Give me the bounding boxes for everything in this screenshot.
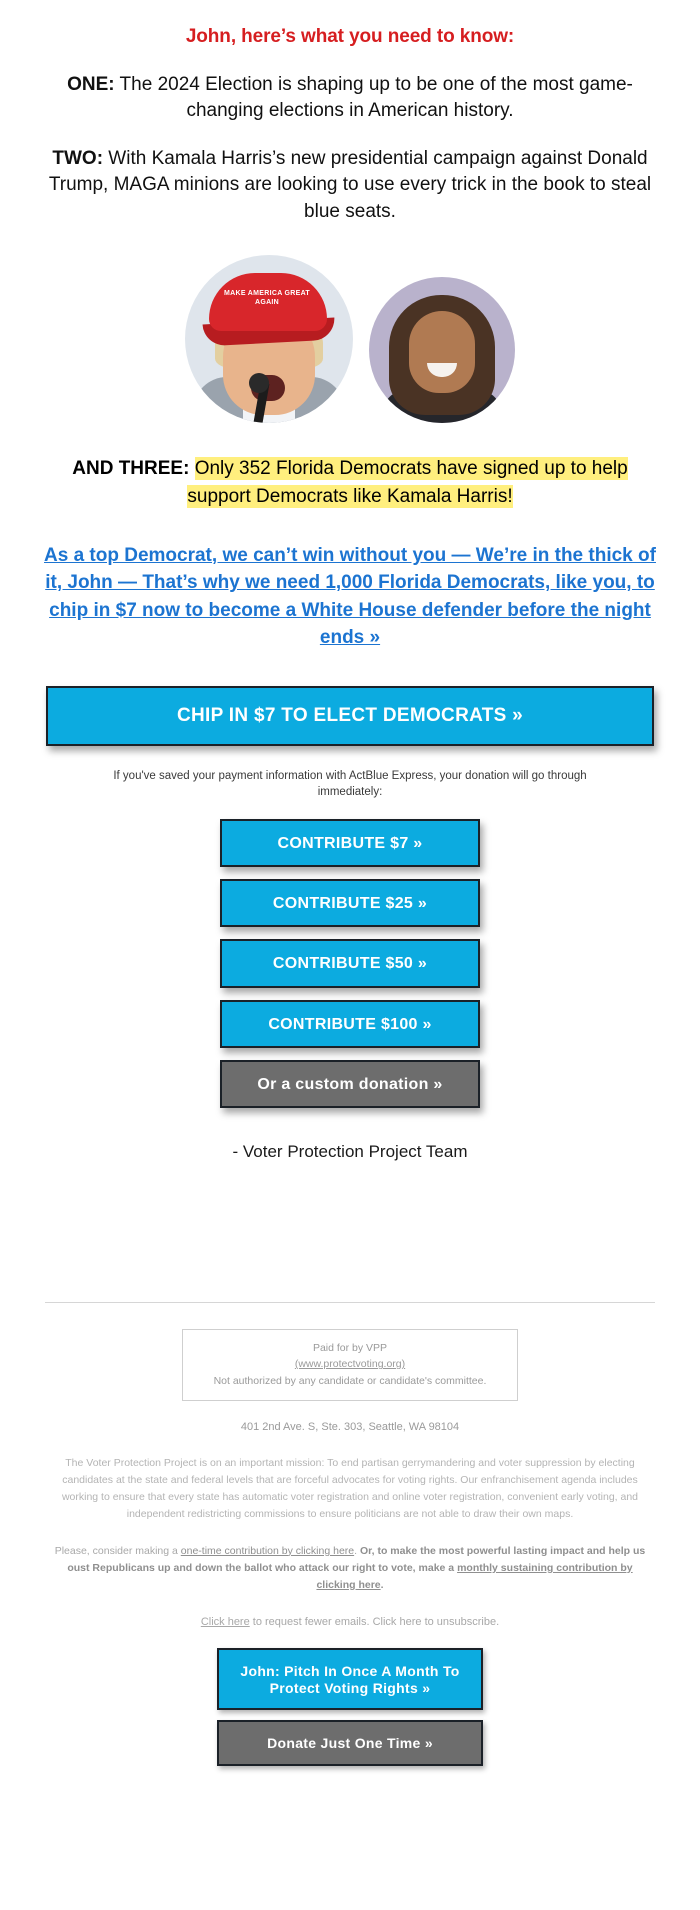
point-two: TWO: With Kamala Harris’s new presidenti…: [0, 124, 700, 225]
custom-donation-button[interactable]: Or a custom donation »: [220, 1059, 480, 1108]
amount-row: CONTRIBUTE $7 »: [0, 819, 700, 879]
contribute-25-button[interactable]: CONTRIBUTE $25 »: [220, 879, 480, 928]
contribute-50-button[interactable]: CONTRIBUTE $50 »: [220, 939, 480, 988]
point-one-text: The 2024 Election is shaping up to be on…: [114, 73, 633, 121]
donate-one-time-button[interactable]: Donate Just One Time »: [217, 1720, 483, 1767]
point-two-text: With Kamala Harris’s new presidential ca…: [48, 148, 652, 222]
point-three: AND THREE: Only 352 Florida Democrats ha…: [0, 429, 700, 512]
donation-amount-list: CONTRIBUTE $7 » CONTRIBUTE $25 » CONTRIB…: [0, 801, 700, 1120]
amount-row: Or a custom donation »: [0, 1059, 700, 1120]
amount-row: CONTRIBUTE $100 »: [0, 999, 700, 1060]
mission-statement: The Voter Protection Project is on an im…: [61, 1456, 639, 1520]
point-one: ONE: The 2024 Election is shaping up to …: [0, 50, 700, 124]
footer-button-row: John: Pitch In Once A Month To Protect V…: [0, 1647, 700, 1721]
mailing-address: 401 2nd Ave. S, Ste. 303, Seattle, WA 98…: [240, 1420, 460, 1433]
contribute-7-button[interactable]: CONTRIBUTE $7 »: [220, 819, 480, 868]
main-cta-wrapper: CHIP IN $7 TO ELECT DEMOCRATS »: [0, 652, 700, 746]
email-body: John, here’s what you need to know: ONE:…: [0, 0, 700, 1776]
paid-for-line-1: Paid for by VPP: [312, 1342, 388, 1354]
contribute-100-button[interactable]: CONTRIBUTE $100 »: [220, 999, 480, 1048]
maga-cap-text: MAKE AMERICA GREAT AGAIN: [223, 289, 311, 306]
page-title: John, here’s what you need to know:: [185, 26, 515, 47]
paid-for-line-3: Not authorized by any candidate or candi…: [213, 1374, 487, 1387]
amount-row: CONTRIBUTE $25 »: [0, 879, 700, 939]
fewer-emails-link[interactable]: Click here: [201, 1616, 250, 1628]
footer-divider: [45, 1302, 655, 1303]
protectvoting-url-link[interactable]: (www.protectvoting.org): [295, 1358, 405, 1370]
point-two-label: TWO:: [52, 148, 104, 170]
chip-in-button[interactable]: CHIP IN $7 TO ELECT DEMOCRATS »: [46, 685, 654, 746]
harris-portrait-image: [369, 276, 515, 423]
footer: Paid for by VPP (www.protectvoting.org) …: [0, 1162, 700, 1776]
signoff-text: - Voter Protection Project Team: [232, 1142, 468, 1161]
primary-inline-link[interactable]: As a top Democrat, we can’t win without …: [0, 512, 700, 652]
point-one-label: ONE:: [67, 73, 115, 95]
trump-portrait-image: MAKE AMERICA GREAT AGAIN: [185, 254, 353, 423]
unsubscribe-paragraph: Click here to request fewer emails. Clic…: [0, 1594, 700, 1628]
monthly-pitch-in-button[interactable]: John: Pitch In Once A Month To Protect V…: [217, 1647, 483, 1711]
point-three-highlight: Only 352 Florida Democrats have signed u…: [187, 456, 628, 509]
point-three-label: AND THREE:: [72, 457, 190, 479]
paid-for-disclaimer-box: Paid for by VPP (www.protectvoting.org) …: [182, 1329, 518, 1401]
unsubscribe-text: to request fewer emails. Click here to u…: [249, 1615, 500, 1628]
footer-button-row: Donate Just One Time »: [0, 1720, 700, 1776]
one-time-contribution-link[interactable]: one-time contribution by clicking here: [181, 1545, 354, 1557]
contribution-ask-paragraph: Please, consider making a one-time contr…: [0, 1523, 700, 1594]
amount-row: CONTRIBUTE $50 »: [0, 939, 700, 999]
actblue-express-note: If you've saved your payment information…: [113, 769, 587, 799]
ask-suffix: .: [380, 1578, 384, 1591]
portrait-group: MAKE AMERICA GREAT AGAIN: [0, 225, 700, 429]
footer-button-group: John: Pitch In Once A Month To Protect V…: [0, 1628, 700, 1776]
ask-prefix: Please, consider making a: [54, 1544, 181, 1557]
